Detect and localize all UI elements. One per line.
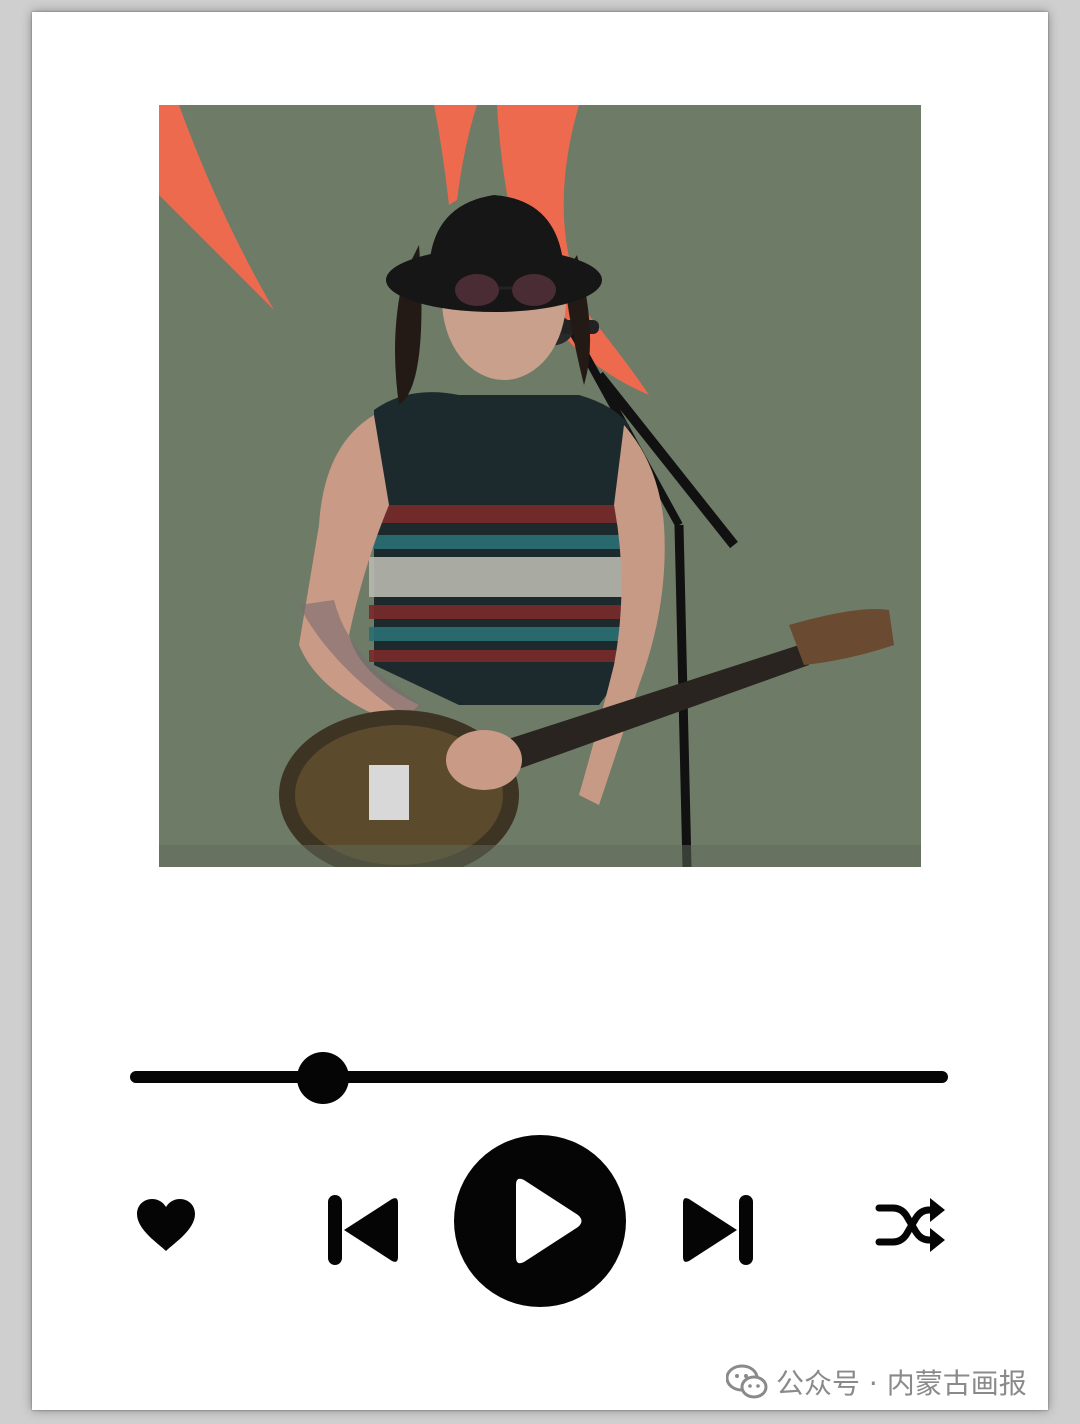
progress-bar[interactable] [130,1052,948,1104]
heart-icon [137,1199,195,1251]
like-button[interactable] [135,1197,197,1253]
progress-track[interactable] [130,1071,948,1083]
play-button[interactable] [454,1135,626,1307]
shuffle-button[interactable] [875,1192,947,1258]
shuffle-icon [875,1198,945,1252]
watermark: 公众号 · 内蒙古画报 [726,1360,1027,1404]
watermark-text: 公众号 · 内蒙古画报 [776,1367,1027,1400]
skip-next-icon [683,1195,753,1265]
music-player-card: 公众号 · 内蒙古画报 [32,12,1048,1410]
album-cover-photo [159,105,921,867]
play-icon [454,1135,626,1307]
next-button[interactable] [681,1191,755,1269]
previous-button[interactable] [326,1191,400,1269]
skip-previous-icon [328,1195,398,1265]
wechat-icon [726,1364,768,1399]
progress-thumb[interactable] [297,1052,350,1104]
album-cover [159,105,921,867]
